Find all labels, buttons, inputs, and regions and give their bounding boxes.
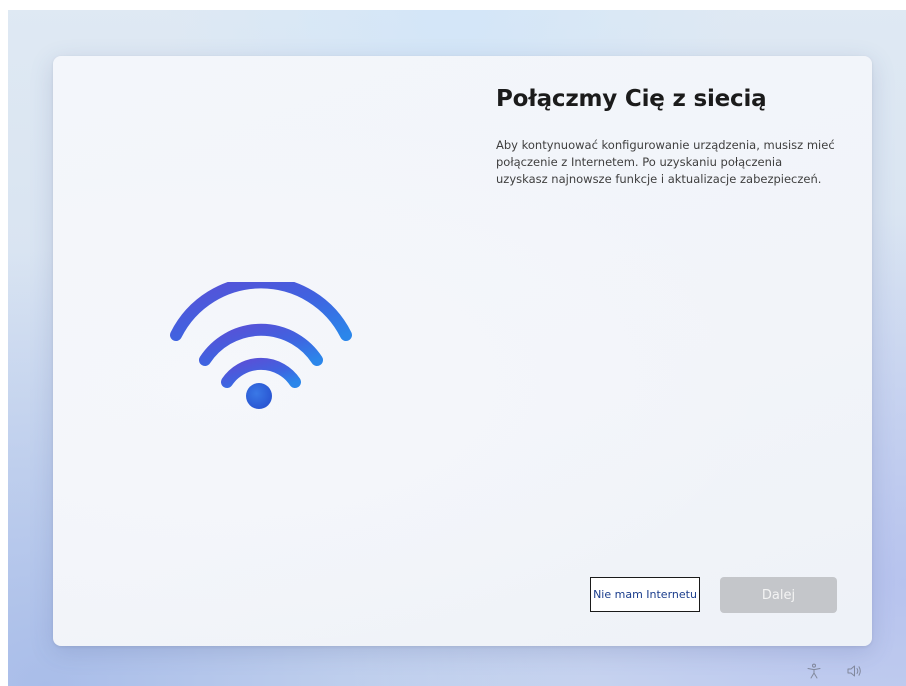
accessibility-icon[interactable] bbox=[806, 663, 822, 679]
page-title: Połączmy Cię z siecią bbox=[496, 86, 767, 112]
no-internet-button[interactable]: Nie mam Internetu bbox=[590, 577, 700, 612]
window-edge-left bbox=[0, 0, 8, 686]
oobe-network-card: Połączmy Cię z siecią Aby kontynuować ko… bbox=[53, 56, 872, 646]
next-button[interactable]: Dalej bbox=[720, 577, 837, 613]
wifi-icon bbox=[170, 282, 352, 409]
window-edge-top bbox=[0, 0, 906, 10]
page-description: Aby kontynuować konfigurowanie urządzeni… bbox=[496, 138, 835, 186]
volume-icon[interactable] bbox=[846, 663, 862, 679]
